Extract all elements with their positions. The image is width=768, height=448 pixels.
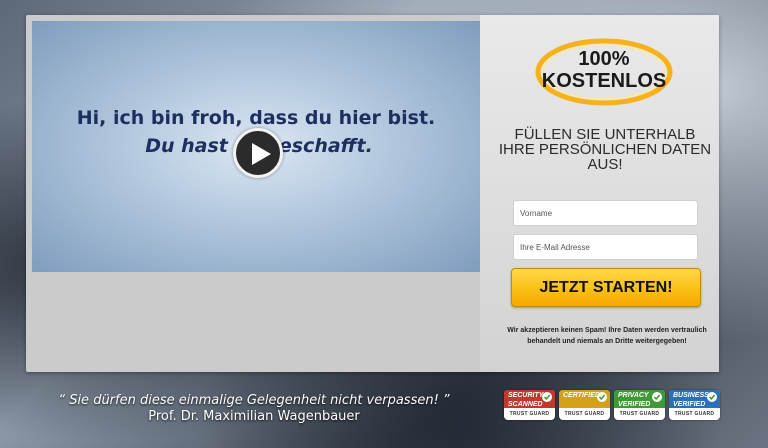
seal-footer: TRUST GUARD: [619, 411, 660, 417]
checkmark-icon: [707, 392, 717, 402]
checkmark-icon: [597, 392, 607, 402]
signup-form: 100% KOSTENLOS FÜLLEN SIE UNTERHALB IHRE…: [480, 15, 719, 372]
seal-label: PRIVACY: [618, 392, 649, 399]
checkmark-icon: [652, 392, 662, 402]
form-headline: FÜLLEN SIE UNTERHALB IHRE PERSÖNLICHEN D…: [498, 126, 712, 173]
testimonial-author: Prof. Dr. Maximilian Wagenbauer: [148, 409, 360, 424]
badge-percentage: 100%: [578, 48, 630, 70]
seal-sublabel: VERIFIED: [673, 401, 706, 408]
business-seal[interactable]: BUSINESS VERIFIED TRUST GUARD: [669, 390, 720, 420]
seal-footer: TRUST GUARD: [564, 411, 605, 417]
seal-sublabel: SCANNED: [508, 401, 543, 408]
start-button[interactable]: JETZT STARTEN!: [511, 268, 701, 307]
seal-footer: TRUST GUARD: [509, 411, 550, 417]
security-seal[interactable]: SECURITY SCANNED TRUST GUARD: [504, 390, 555, 420]
firstname-input[interactable]: [513, 200, 698, 226]
play-icon: [252, 143, 271, 165]
privacy-seal[interactable]: PRIVACY VERIFIED TRUST GUARD: [614, 390, 665, 420]
play-button[interactable]: [233, 128, 283, 178]
seal-label: SECURITY: [508, 392, 544, 399]
certified-seal[interactable]: CERTIFIED TRUST GUARD: [559, 390, 610, 420]
trust-seals: SECURITY SCANNED TRUST GUARD CERTIFIED T…: [504, 390, 720, 420]
video-greeting-line: Hi, ich bin froh, dass du hier bist.: [76, 107, 436, 129]
email-input[interactable]: [513, 234, 698, 260]
free-badge: 100% KOSTENLOS: [534, 37, 674, 107]
privacy-note: Wir akzeptieren keinen Spam! Ihre Daten …: [507, 327, 707, 345]
signup-card: Hi, ich bin froh, dass du hier bist. Du …: [26, 15, 719, 372]
testimonial-quote: “ Sie dürfen diese einmalige Gelegenheit…: [58, 393, 450, 408]
badge-label: KOSTENLOS: [541, 70, 667, 92]
seal-label: CERTIFIED: [563, 392, 600, 399]
seal-label: BUSINESS: [673, 392, 709, 399]
seal-sublabel: VERIFIED: [618, 401, 651, 408]
video-player[interactable]: Hi, ich bin froh, dass du hier bist. Du …: [32, 21, 480, 272]
seal-footer: TRUST GUARD: [674, 411, 715, 417]
checkmark-icon: [542, 392, 552, 402]
